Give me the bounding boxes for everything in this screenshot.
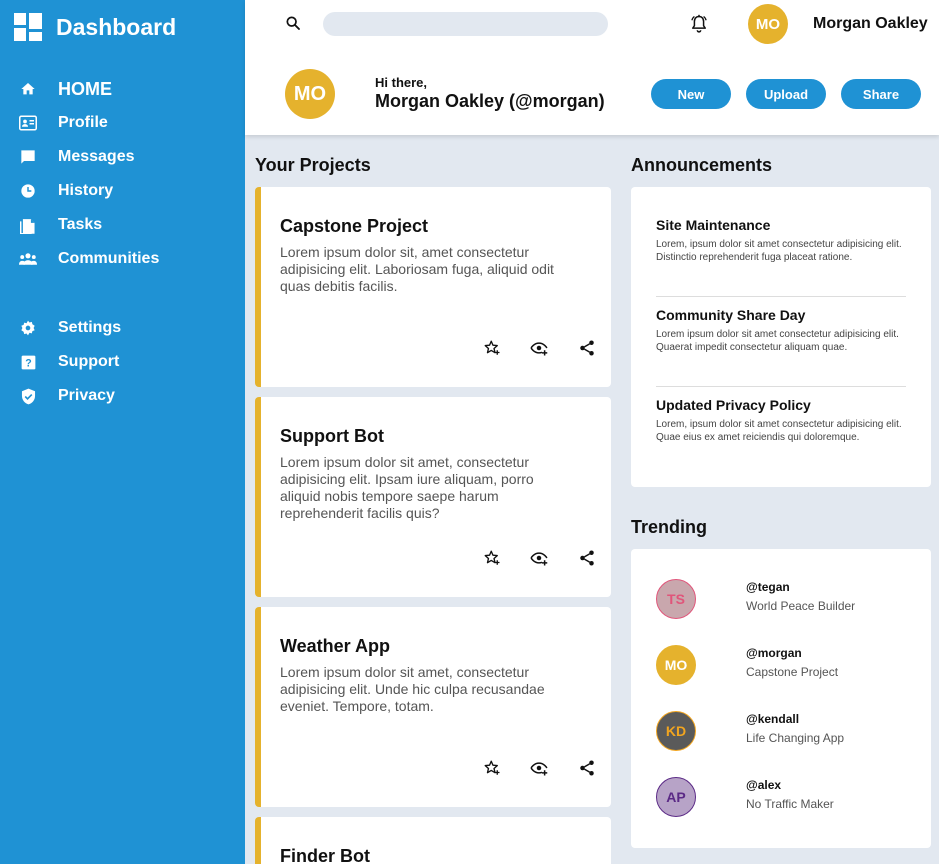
trending-description: No Traffic Maker [746, 797, 834, 811]
user-name[interactable]: Morgan Oakley [813, 15, 928, 33]
people-icon [19, 250, 37, 268]
shield-icon [19, 387, 37, 405]
projects-heading: Your Projects [255, 155, 371, 175]
greeting-name: Morgan Oakley (@morgan) [375, 91, 605, 111]
trending-handle[interactable]: @morgan [746, 646, 802, 660]
project-card[interactable]: Weather App Lorem ipsum dolor sit amet, … [255, 607, 611, 807]
watch-icon[interactable] [530, 549, 548, 567]
trending-description: Capstone Project [746, 665, 839, 679]
announcement-title: Updated Privacy Policy [656, 397, 811, 413]
avatar[interactable]: TS [656, 579, 696, 619]
avatar[interactable]: KD [656, 711, 696, 751]
profile-avatar: MO [285, 69, 335, 119]
greeting-label: Hi there, [375, 75, 428, 90]
profile-card-icon [19, 114, 37, 132]
sidebar-item-support[interactable]: ? Support [0, 345, 245, 379]
sidebar-item-tasks[interactable]: Tasks [0, 208, 245, 242]
clock-icon [19, 182, 37, 200]
search-icon[interactable] [285, 15, 303, 33]
trending-description: Life Changing App [746, 731, 845, 745]
announcement-item[interactable]: Site Maintenance Lorem, ipsum dolor sit … [656, 217, 906, 264]
sidebar-item-settings[interactable]: Settings [0, 311, 245, 345]
search-input[interactable] [323, 12, 608, 36]
project-card[interactable]: Capstone Project Lorem ipsum dolor sit, … [255, 187, 611, 387]
project-description: Lorem ipsum dolor sit amet, consectetur … [280, 454, 534, 521]
share-icon[interactable] [578, 759, 596, 777]
brand[interactable]: Dashboard [14, 12, 176, 42]
upload-button[interactable]: Upload [746, 79, 826, 109]
announcement-title: Site Maintenance [656, 217, 771, 233]
dashboard-grid-icon [14, 13, 42, 41]
sidebar-item-profile[interactable]: Profile [0, 106, 245, 140]
sidebar: Dashboard HOME Profile Messages History [0, 0, 245, 864]
divider [656, 296, 906, 297]
announcement-item[interactable]: Community Share Day Lorem ipsum dolor si… [656, 307, 906, 354]
project-card[interactable]: Finder Bot [255, 817, 611, 864]
sidebar-item-label: Privacy [58, 387, 115, 404]
trending-handle[interactable]: @kendall [746, 712, 799, 726]
sidebar-item-label: Support [58, 353, 120, 370]
star-add-icon[interactable] [483, 339, 501, 357]
project-title: Capstone Project [280, 216, 429, 236]
sidebar-item-label: Communities [58, 250, 160, 267]
announcements-heading: Announcements [631, 155, 773, 175]
document-icon [19, 216, 37, 234]
sidebar-item-label: Settings [58, 319, 122, 336]
announcement-item[interactable]: Updated Privacy Policy Lorem, ipsum dolo… [656, 397, 906, 444]
sidebar-item-label: Messages [58, 148, 135, 165]
sidebar-item-history[interactable]: History [0, 174, 245, 208]
sidebar-item-home[interactable]: HOME [0, 72, 245, 106]
project-description: Lorem ipsum dolor sit amet, consectetur … [280, 664, 545, 714]
new-button[interactable]: New [651, 79, 731, 109]
project-card[interactable]: Support Bot Lorem ipsum dolor sit amet, … [255, 397, 611, 597]
avatar[interactable]: MO [656, 645, 696, 685]
announcement-body: Lorem ipsum dolor sit amet consectetur a… [656, 329, 899, 353]
project-title: Finder Bot [280, 846, 370, 864]
share-icon[interactable] [578, 549, 596, 567]
gear-icon [19, 319, 37, 337]
watch-icon[interactable] [530, 339, 548, 357]
trending-description: World Peace Builder [746, 599, 856, 613]
sidebar-item-label: Tasks [58, 216, 103, 233]
announcements-panel: Site Maintenance Lorem, ipsum dolor sit … [631, 187, 931, 487]
divider [656, 386, 906, 387]
trending-handle[interactable]: @alex [746, 778, 781, 792]
announcement-body: Lorem, ipsum dolor sit amet consectetur … [656, 239, 902, 263]
top-header: MO Morgan Oakley MO Hi there, Morgan Oak… [245, 0, 939, 135]
star-add-icon[interactable] [483, 549, 501, 567]
sidebar-item-privacy[interactable]: Privacy [0, 379, 245, 413]
sidebar-item-messages[interactable]: Messages [0, 140, 245, 174]
sidebar-nav: HOME Profile Messages History Tasks Comm… [0, 72, 245, 413]
share-button[interactable]: Share [841, 79, 921, 109]
avatar[interactable]: AP [656, 777, 696, 817]
watch-icon[interactable] [530, 759, 548, 777]
sidebar-item-label: History [58, 182, 114, 199]
home-icon [19, 80, 37, 98]
sidebar-item-label: HOME [58, 78, 112, 99]
project-title: Support Bot [280, 426, 384, 446]
trending-panel: TS @tegan World Peace Builder MO @morgan… [631, 549, 931, 848]
star-add-icon[interactable] [483, 759, 501, 777]
help-icon: ? [19, 353, 37, 371]
project-description: Lorem ipsum dolor sit, amet consectetur … [280, 244, 554, 294]
project-title: Weather App [280, 636, 391, 656]
announcement-title: Community Share Day [656, 307, 806, 323]
sidebar-item-communities[interactable]: Communities [0, 242, 245, 276]
sidebar-item-label: Profile [58, 114, 108, 131]
bell-icon[interactable] [689, 14, 709, 34]
announcement-body: Lorem, ipsum dolor sit amet consectetur … [656, 419, 902, 443]
avatar[interactable]: MO [748, 4, 788, 44]
message-icon [19, 148, 37, 166]
share-icon[interactable] [578, 339, 596, 357]
trending-handle[interactable]: @tegan [746, 580, 790, 594]
brand-title: Dashboard [56, 13, 177, 40]
svg-text:?: ? [25, 357, 31, 369]
trending-heading: Trending [631, 517, 707, 537]
